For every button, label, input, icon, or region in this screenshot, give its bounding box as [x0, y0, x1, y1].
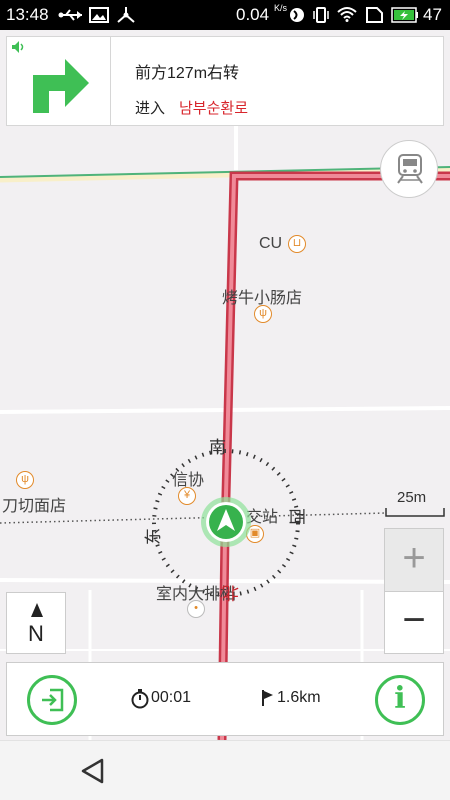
compass-east: 东: [144, 528, 163, 545]
north-up-button[interactable]: N: [6, 592, 66, 654]
status-bar: 13:48 0.04 K/s 47: [0, 0, 450, 30]
compass-north: 北: [222, 583, 239, 602]
current-location-icon: [201, 497, 251, 547]
road-name: 남부순환로: [179, 100, 249, 117]
zoom-in-button[interactable]: +: [385, 529, 443, 592]
exit-navigation-icon: [42, 688, 64, 712]
back-icon[interactable]: [80, 757, 106, 785]
exit-navigation-button[interactable]: [27, 675, 77, 725]
vibrate-icon: [313, 7, 329, 23]
poi-label: 刀切面店: [2, 498, 67, 515]
restaurant-icon[interactable]: ψ: [254, 305, 272, 323]
right-turn-arrow-icon: [33, 59, 89, 113]
wifi-icon: [337, 7, 357, 22]
trip-info-bar: 00:01 1.6km i: [6, 662, 444, 736]
sim-icon: [366, 7, 383, 23]
stopwatch-icon: [131, 689, 149, 709]
image-icon: [89, 7, 109, 23]
remaining-distance: 1.6km: [277, 689, 321, 706]
train-icon: [397, 154, 423, 184]
restaurant-icon[interactable]: ψ: [16, 471, 34, 489]
enter-label: 进入: [135, 100, 166, 117]
turn-instruction: 前方127m右转: [135, 65, 240, 82]
status-time: 13:48: [6, 5, 49, 24]
road-layer: [0, 100, 450, 740]
dot-icon[interactable]: •: [187, 600, 205, 618]
net-unit: K/s: [274, 3, 288, 13]
compass-west: 西: [287, 508, 306, 525]
north-label: N: [28, 621, 44, 646]
transit-button[interactable]: [380, 140, 438, 198]
bank-yen-icon[interactable]: ¥: [178, 487, 196, 505]
system-navigation-bar: [0, 740, 450, 800]
nfc-icon: [290, 8, 304, 22]
usb-icon: [58, 9, 82, 21]
battery-icon: [391, 7, 418, 23]
compass-south: 南: [209, 438, 226, 457]
poi-label: CU: [259, 235, 283, 252]
scale-label: 25m: [397, 489, 427, 506]
navigation-panel: 前方127m右转 进入 남부순환로: [6, 36, 444, 126]
map-view[interactable]: CU ⊔ 烤牛小肠店 ψ ψ 刀切面店 信协 ¥ 交站 ▣ 室内大排档 • 南 …: [0, 30, 450, 740]
zoom-out-button[interactable]: −: [385, 592, 443, 654]
share-icon: [117, 7, 135, 23]
net-speed: 0.04: [236, 5, 270, 24]
speaker-icon[interactable]: [11, 40, 27, 54]
elapsed-time: 00:01: [151, 689, 192, 706]
turn-indicator: [7, 37, 111, 125]
info-button[interactable]: i: [375, 675, 425, 725]
zoom-controls: + −: [384, 528, 444, 654]
north-arrow-icon: [31, 603, 43, 617]
flag-icon: [262, 690, 273, 706]
battery-level: 47: [423, 5, 442, 24]
shopping-basket-icon[interactable]: ⊔: [288, 235, 306, 253]
